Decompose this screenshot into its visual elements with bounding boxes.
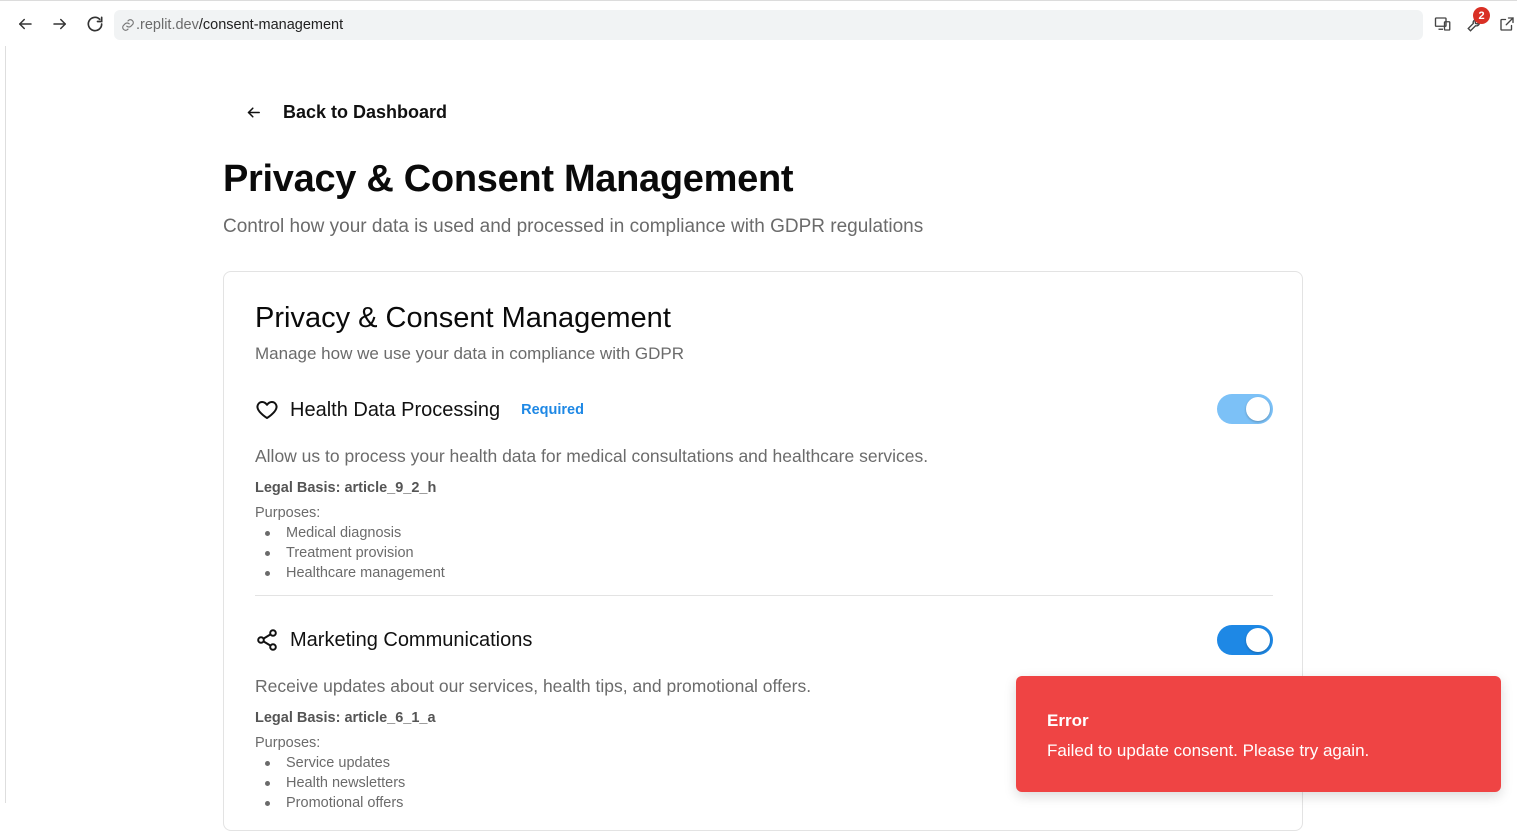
devices-icon[interactable] [1432, 13, 1454, 35]
required-badge: Required [521, 402, 584, 418]
link-icon [120, 17, 136, 33]
section-divider [255, 595, 1273, 596]
health-data-toggle[interactable] [1217, 394, 1273, 424]
notification-badge: 2 [1473, 7, 1490, 24]
purpose-list: Medical diagnosis Treatment provision He… [255, 523, 1273, 583]
reload-icon[interactable] [84, 13, 106, 35]
arrow-left-icon [244, 103, 262, 121]
back-link-label: Back to Dashboard [283, 101, 448, 122]
url-path: /consent-management [198, 17, 344, 33]
error-toast[interactable]: Error Failed to update consent. Please t… [1016, 676, 1501, 792]
legal-basis: Legal Basis: article_9_2_h [255, 480, 437, 496]
address-bar[interactable]: .replit.dev/consent-management [114, 10, 1423, 40]
heart-icon [255, 398, 279, 422]
toggle-knob [1246, 628, 1270, 652]
browser-toolbar: .replit.dev/consent-management 2 [0, 0, 1517, 46]
share-icon [255, 628, 279, 652]
marketing-toggle[interactable] [1217, 625, 1273, 655]
url-domain: .replit.dev [136, 17, 199, 33]
toast-message: Failed to update consent. Please try aga… [1047, 741, 1370, 760]
toggle-knob [1246, 397, 1270, 421]
list-item: Promotional offers [255, 793, 1273, 813]
consent-description: Allow us to process your health data for… [255, 446, 929, 466]
card-title: Privacy & Consent Management [255, 302, 671, 334]
forward-arrow-icon[interactable] [49, 13, 71, 35]
page-title: Privacy & Consent Management [223, 158, 794, 200]
viewport-border [5, 46, 6, 803]
consent-health-data: Health Data Processing Required Allow us… [255, 394, 1273, 583]
list-item: Healthcare management [255, 563, 1273, 583]
list-item: Medical diagnosis [255, 523, 1273, 543]
list-item: Treatment provision [255, 543, 1273, 563]
purposes-label: Purposes: [255, 505, 321, 521]
open-external-icon[interactable] [1496, 13, 1517, 35]
toast-title: Error [1047, 711, 1089, 730]
page-subtitle: Control how your data is used and proces… [223, 216, 924, 237]
consent-title: Marketing Communications [290, 628, 533, 651]
consent-title: Health Data Processing [290, 398, 501, 421]
back-to-dashboard-link[interactable]: Back to Dashboard [244, 100, 447, 124]
back-arrow-icon[interactable] [14, 13, 36, 35]
card-subtitle: Manage how we use your data in complianc… [255, 344, 684, 363]
